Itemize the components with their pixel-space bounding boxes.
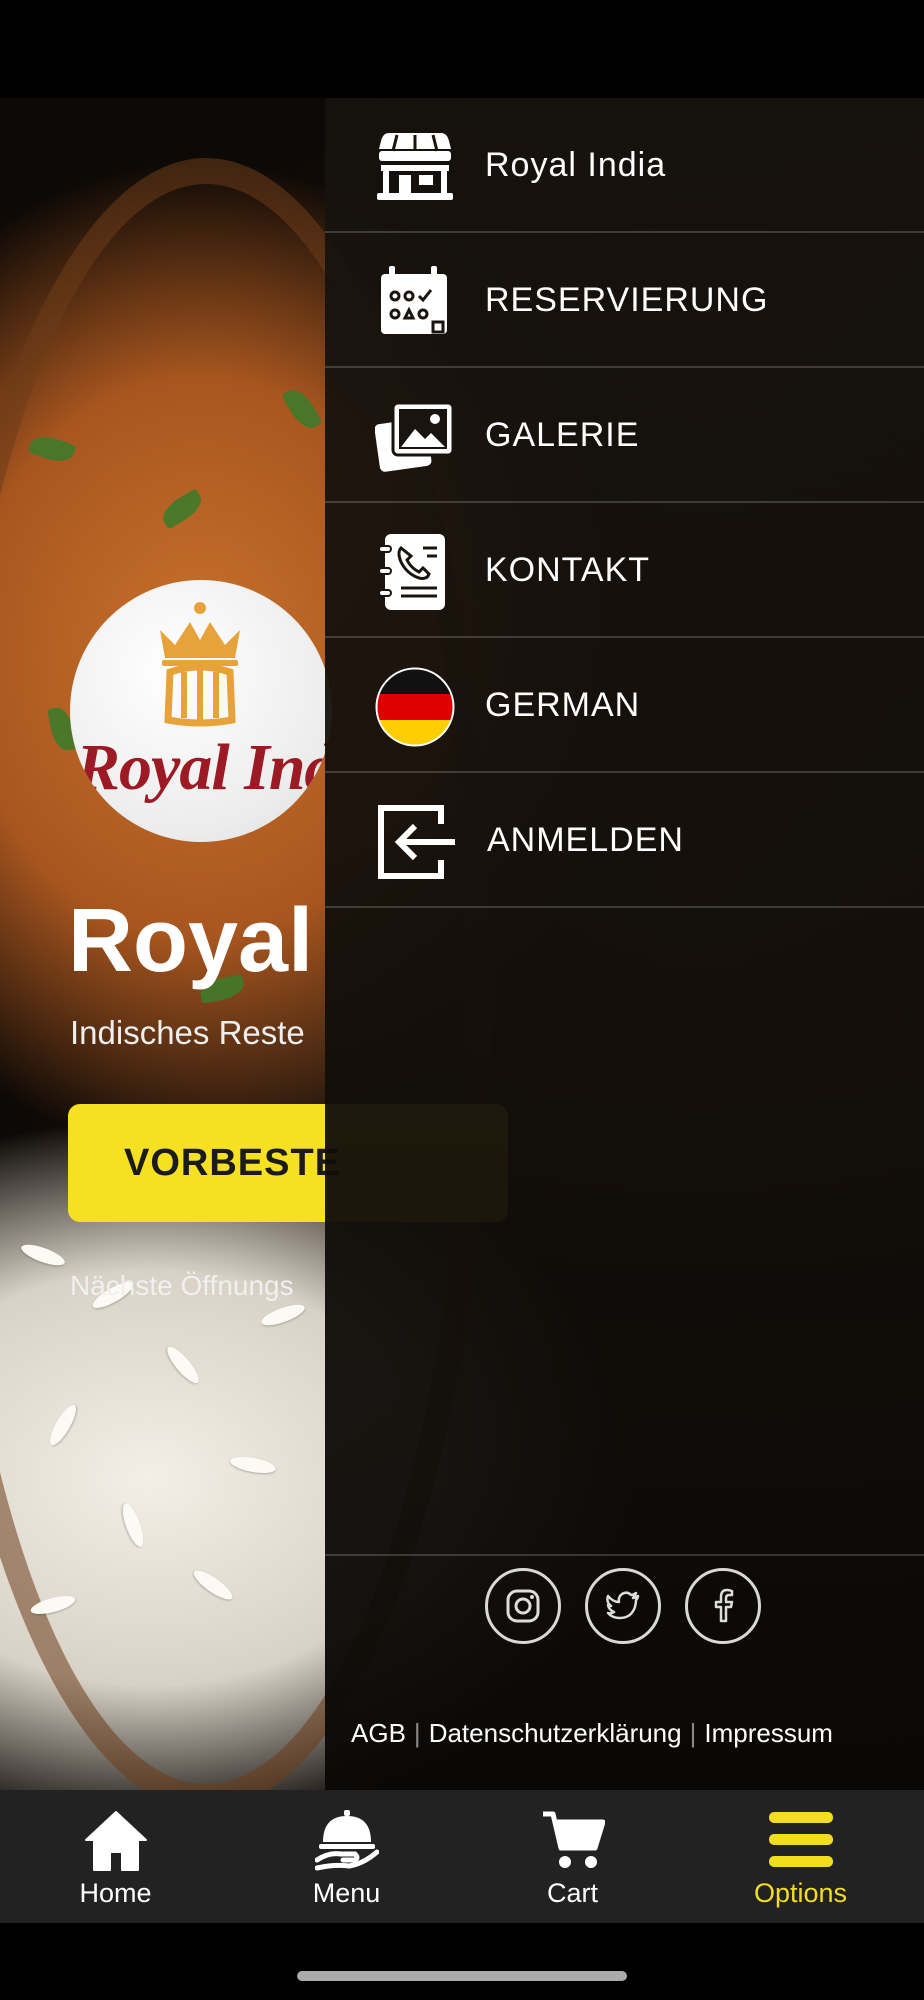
- facebook-button[interactable]: [685, 1568, 761, 1644]
- german-flag-icon: [375, 667, 455, 747]
- gesture-area: [0, 1923, 924, 2000]
- calendar-icon: [381, 266, 447, 334]
- instagram-icon: [506, 1589, 540, 1623]
- drawer-item-gallery[interactable]: GALERIE: [325, 368, 924, 503]
- drawer-item-login[interactable]: ANMELDEN: [325, 773, 924, 908]
- crown-icon: [160, 602, 240, 727]
- link-separator: |: [689, 1718, 697, 1748]
- tab-label: Home: [79, 1878, 152, 1908]
- drawer-item-label: GERMAN: [485, 686, 641, 724]
- restaurant-subtitle: Indisches Reste: [70, 1014, 305, 1051]
- logo-wordmark: Royal India: [76, 731, 332, 804]
- login-icon: [378, 805, 455, 879]
- tab-menu[interactable]: Menu: [231, 1790, 462, 1923]
- cart-icon: [542, 1811, 605, 1868]
- opening-hours-text: Nächste Öffnungs: [70, 1270, 294, 1301]
- status-bar: [0, 0, 924, 98]
- drawer-divider: [325, 1554, 924, 1556]
- drawer-item-label: Royal India: [485, 146, 667, 184]
- tab-label: Menu: [312, 1878, 381, 1908]
- hamburger-icon: [768, 1812, 833, 1867]
- twitter-icon: [606, 1591, 640, 1620]
- twitter-button[interactable]: [585, 1568, 661, 1644]
- drawer-item-reservation[interactable]: RESERVIERUNG: [325, 233, 924, 368]
- drawer-item-contact[interactable]: KONTAKT: [325, 503, 924, 638]
- agb-link[interactable]: AGB: [351, 1718, 406, 1748]
- gallery-icon: [375, 401, 455, 472]
- drawer-item-label: KONTAKT: [485, 551, 651, 589]
- tab-options[interactable]: Options: [685, 1790, 916, 1923]
- instagram-button[interactable]: [485, 1568, 561, 1644]
- facebook-icon: [714, 1588, 734, 1623]
- drawer-item-language[interactable]: GERMAN: [325, 638, 924, 773]
- legal-links: AGB | Datenschutzerklärung | Impressum: [351, 1718, 833, 1749]
- home-indicator[interactable]: [297, 1971, 627, 1981]
- restaurant-title: Royal: [68, 891, 314, 991]
- drawer-item-label: RESERVIERUNG: [485, 281, 769, 319]
- contact-book-icon: [378, 534, 445, 610]
- bottom-tab-bar: Home Menu Cart Options: [0, 1790, 924, 1923]
- store-icon: [377, 133, 453, 200]
- tab-label: Options: [753, 1878, 848, 1908]
- cloche-icon: [314, 1810, 379, 1871]
- house-icon: [84, 1811, 147, 1871]
- tab-home[interactable]: Home: [0, 1790, 231, 1923]
- drawer-item-label: ANMELDEN: [487, 821, 684, 859]
- tab-label: Cart: [546, 1878, 598, 1908]
- restaurant-logo: Royal India: [70, 580, 332, 842]
- drawer-item-label: GALERIE: [485, 416, 640, 454]
- side-drawer: Royal India RESERVIERUNG GALERIE KONTAKT…: [325, 98, 924, 1790]
- drawer-item-royal-india[interactable]: Royal India: [325, 98, 924, 233]
- privacy-link[interactable]: Datenschutzerklärung: [429, 1718, 682, 1748]
- tab-cart[interactable]: Cart: [457, 1790, 688, 1923]
- link-separator: |: [413, 1718, 421, 1748]
- imprint-link[interactable]: Impressum: [704, 1718, 833, 1748]
